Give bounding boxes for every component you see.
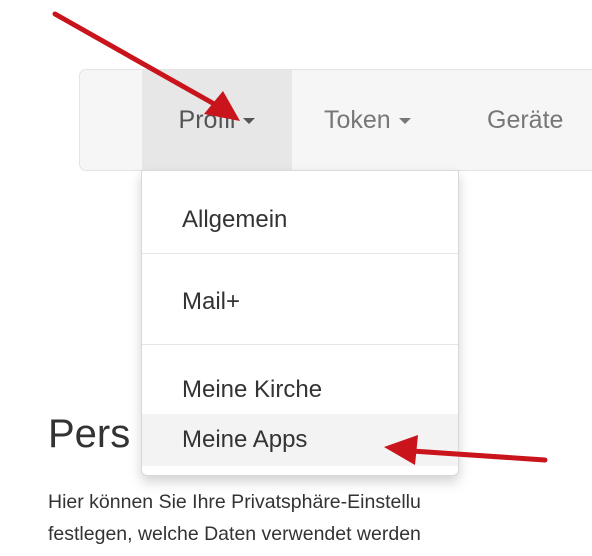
nav-item-profil[interactable]: Profil <box>142 70 292 170</box>
menu-item-allgemein[interactable]: Allgemein <box>142 181 458 259</box>
nav-item-geraete-label: Geräte <box>487 105 564 134</box>
caret-down-icon <box>243 118 256 124</box>
nav-item-profil-label: Profil <box>178 105 236 134</box>
page-description-line: festlegen, welche Daten verwendet werden <box>48 523 421 545</box>
navbar: Profil Token Geräte <box>79 69 592 171</box>
menu-divider <box>142 253 458 254</box>
profil-dropdown-menu: Allgemein Mail+ Meine Kirche Meine Apps <box>141 170 459 476</box>
menu-item-meine-kirche[interactable]: Meine Kirche <box>142 369 458 411</box>
page-title: Pers <box>48 412 131 456</box>
menu-item-label: Mail+ <box>182 288 241 315</box>
screenshot-stage: Profil Token Geräte Pers Hier können Sie… <box>0 0 592 556</box>
page-description-line: Hier können Sie Ihre Privatsphäre-Einste… <box>48 491 421 513</box>
menu-item-meine-apps[interactable]: Meine Apps <box>142 414 458 466</box>
nav-item-token-label: Token <box>324 105 391 134</box>
menu-item-mail-plus[interactable]: Mail+ <box>142 261 458 343</box>
menu-divider <box>142 344 458 345</box>
nav-item-token[interactable]: Token <box>300 70 411 170</box>
nav-item-geraete[interactable]: Geräte <box>466 70 563 170</box>
page-description: Hier können Sie Ihre Privatsphäre-Einste… <box>48 486 592 550</box>
menu-item-label: Meine Apps <box>182 426 308 453</box>
menu-item-label: Allgemein <box>182 206 288 233</box>
menu-item-label: Meine Kirche <box>182 376 323 403</box>
caret-down-icon <box>398 118 411 124</box>
